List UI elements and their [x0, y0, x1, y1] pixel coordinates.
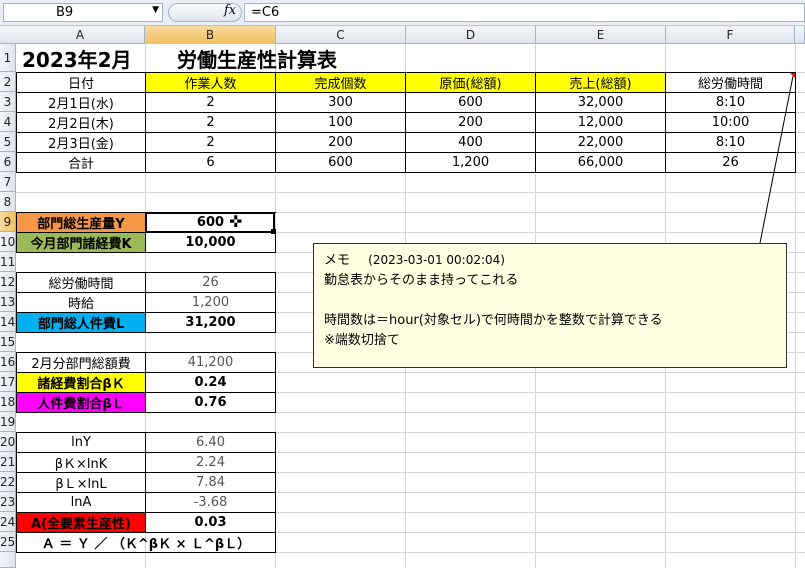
comment-line: ※端数切捨て [324, 333, 400, 348]
comment-header: メモ (2023-03-01 00:02:04) [324, 250, 776, 271]
comment-connector-line [759, 75, 794, 244]
comment-line: 時間数は＝hour(対象セル)で何時間かを整数で計算できる [324, 313, 663, 328]
comment-date: (2023-03-01 00:02:04) [368, 253, 505, 267]
comment-indicator-icon [790, 73, 795, 78]
comment-line: 勤怠表からそのまま持ってこれる [324, 273, 519, 288]
comment-title: メモ [324, 253, 351, 268]
comment-line [324, 291, 776, 311]
comment-box[interactable]: メモ (2023-03-01 00:02:04) 勤怠表からそのまま持ってこれる… [313, 243, 787, 368]
